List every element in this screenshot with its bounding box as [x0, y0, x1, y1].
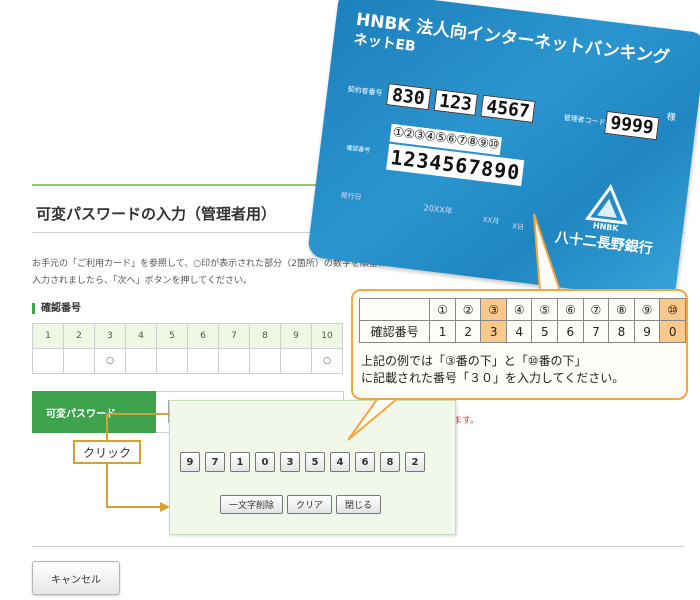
grid-header: 8 [249, 323, 281, 349]
keypad-keys: 9 7 1 0 3 5 4 6 8 2 [180, 452, 425, 472]
confirm-number-grid: 1 2 3 4 5 6 7 8 9 10 ○ ○ [32, 323, 343, 374]
keypad-key[interactable]: 1 [230, 452, 250, 472]
grid-header: 6 [187, 323, 219, 349]
card-contract-numbers: 830 123 4567 [385, 83, 536, 124]
grid-header: 9 [280, 323, 312, 349]
grid-mark [280, 348, 312, 374]
variable-password-label: 可変パスワード [32, 391, 156, 433]
keypad-key[interactable]: 2 [405, 452, 425, 472]
example-value-highlight: 0 [659, 320, 686, 343]
bank-logo-icon: HNBK [584, 183, 628, 233]
card-number-row: 1234567890 [386, 143, 525, 187]
example-header: ② [454, 298, 482, 321]
example-header: ④ [505, 298, 533, 321]
cancel-button[interactable]: キャンセル [32, 561, 120, 595]
grid-header: 4 [125, 323, 157, 349]
example-value-highlight: 3 [480, 320, 507, 343]
keypad-key[interactable]: 3 [280, 452, 300, 472]
example-explanation: 上記の例では「③番の下」と「⑩番の下」 に記載された番号「３０」を入力してくださ… [361, 353, 624, 387]
delete-one-button[interactable]: 一文字削除 [220, 495, 284, 514]
card-issue-label: 発行日 [340, 191, 362, 202]
example-header: ⑦ [582, 298, 610, 321]
keypad-actions: 一文字削除 クリア 閉じる [220, 495, 382, 514]
card-month: XX月 [482, 215, 500, 226]
grid-mark [187, 348, 219, 374]
grid-header: 10 [311, 323, 343, 349]
card-admin-code-value: 9999 [604, 110, 660, 141]
keypad-key[interactable]: 0 [255, 452, 275, 472]
example-header-highlight: ⑩ [659, 298, 686, 321]
example-header: ⑨ [633, 298, 661, 321]
card-contract-part: 830 [385, 83, 431, 111]
user-card: HNBK 法人向インターネットバンキング ネットEB 契約者番号 830 123… [306, 0, 700, 302]
card-contract-label: 契約者番号 [347, 85, 383, 98]
card-confirm-label: 確認番号 [346, 144, 371, 155]
card-illustration: HNBK 法人向インターネットバンキング ネットEB 契約者番号 830 123… [306, 0, 700, 302]
card-admin-code: 9999 [604, 110, 660, 141]
close-button[interactable]: 閉じる [336, 495, 382, 514]
example-value: 9 [633, 320, 661, 343]
grid-mark [32, 348, 64, 374]
keypad-key[interactable]: 5 [305, 452, 325, 472]
example-value: 2 [454, 320, 482, 343]
card-contract-part: 4567 [480, 94, 536, 124]
clear-button[interactable]: クリア [287, 495, 333, 514]
grid-mark [218, 348, 250, 374]
example-header: ⑥ [557, 298, 584, 321]
keypad-key[interactable]: 7 [205, 452, 225, 472]
example-header: ① [429, 298, 456, 321]
keypad-key[interactable]: 6 [355, 452, 375, 472]
example-explanation-line1: 上記の例では「③番の下」と「⑩番の下」 [361, 354, 587, 368]
example-callout: ① ② ③ ④ ⑤ ⑥ ⑦ ⑧ ⑨ ⑩ 確認番号 1 2 3 4 5 6 7 8… [351, 289, 688, 400]
grid-mark: ○ [94, 348, 126, 374]
example-value: 4 [505, 320, 533, 343]
example-row-label: 確認番号 [358, 320, 431, 343]
example-value: 7 [582, 320, 610, 343]
grid-header: 1 [32, 323, 64, 349]
grid-header: 5 [156, 323, 188, 349]
card-honorific: 様 [665, 112, 677, 124]
instruction-text-2: 入力されましたら、「次へ」ボタンを押してください。 [32, 276, 252, 286]
card-year: 20XX年 [423, 203, 454, 216]
keypad-key[interactable]: 4 [330, 452, 350, 472]
example-value: 8 [608, 320, 635, 343]
example-explanation-line2: に記載された番号「３０」を入力してください。 [361, 371, 625, 385]
grid-mark [63, 348, 95, 374]
example-value: 6 [557, 320, 584, 343]
example-value: 5 [531, 320, 559, 343]
example-header-highlight: ③ [480, 298, 507, 321]
grid-header: 2 [63, 323, 95, 349]
card-admin-code-label: 管理者コード [563, 113, 606, 127]
card-day: X日 [511, 222, 525, 232]
grid-mark [249, 348, 281, 374]
grid-header: 7 [218, 323, 250, 349]
example-header: ⑤ [531, 298, 559, 321]
page-title: 可変パスワードの入力（管理者用） [36, 205, 277, 223]
grid-mark [125, 348, 157, 374]
example-corner [358, 298, 431, 321]
grid-mark: ○ [311, 348, 343, 374]
example-value: 1 [429, 320, 456, 343]
example-table: ① ② ③ ④ ⑤ ⑥ ⑦ ⑧ ⑨ ⑩ 確認番号 1 2 3 4 5 6 7 8… [358, 298, 686, 343]
card-contract-part: 123 [433, 88, 479, 116]
click-annotation-label: クリック [73, 440, 141, 464]
keypad-key[interactable]: 9 [180, 452, 200, 472]
confirm-number-heading: 確認番号 [32, 303, 81, 314]
keypad-key[interactable]: 8 [380, 452, 400, 472]
example-header: ⑧ [608, 298, 635, 321]
software-keypad: 9 7 1 0 3 5 4 6 8 2 一文字削除 クリア 閉じる [169, 400, 456, 535]
grid-header: 3 [94, 323, 126, 349]
grid-mark [156, 348, 188, 374]
bottom-divider [32, 546, 684, 547]
